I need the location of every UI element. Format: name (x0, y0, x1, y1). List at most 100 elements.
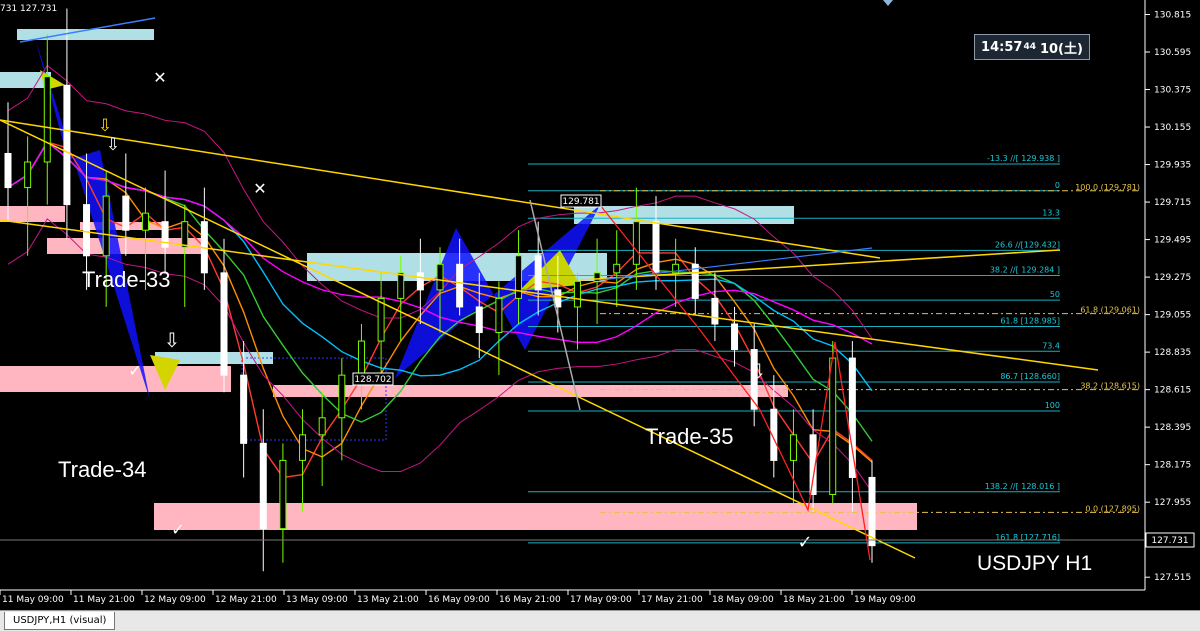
chart-tab-bar: USDJPY,H1 (visual) (0, 610, 1200, 631)
fib-level-label: 26.6 //[129.432] (995, 240, 1060, 249)
x-tick-label: 13 May 09:00 (286, 595, 348, 605)
candle-body (593, 272, 601, 282)
candle-body (240, 374, 248, 444)
x-tick-label: 18 May 09:00 (712, 595, 774, 605)
down-arrow-icon: ⇩ (164, 328, 181, 352)
y-tick-label: 130.595 (1154, 48, 1191, 58)
candle-body (63, 84, 71, 206)
candle-body (220, 272, 228, 376)
fib-retrace-label: 0.0 (127.895) (1085, 504, 1140, 513)
y-tick-label: 129.275 (1154, 273, 1191, 283)
candle-body (495, 297, 503, 334)
y-tick-label: 129.495 (1154, 236, 1191, 246)
x-tick-label: 17 May 21:00 (641, 595, 703, 605)
candle-body (829, 357, 837, 496)
candle-body (436, 263, 444, 291)
trade-label: Trade-33 (82, 267, 170, 292)
price-chart[interactable]: -13.3 //[ 129.938 ] 0 13.3 26.6 //[129.432]… (0, 0, 1200, 630)
zone-box (0, 366, 231, 392)
candle-body (24, 161, 32, 189)
fib-retrace-label: 100.0 (129.781) (1075, 183, 1140, 192)
fib-level-label: 100 (1045, 401, 1060, 410)
y-tick-label: 129.935 (1154, 161, 1191, 171)
candle-body (652, 221, 660, 274)
candle-body (122, 195, 130, 231)
y-tick-label: 128.395 (1154, 423, 1191, 433)
zone-box (47, 238, 202, 254)
x-tick-label: 16 May 21:00 (499, 595, 561, 605)
candle-body (554, 289, 562, 308)
candle-body (141, 212, 149, 231)
candle-body (397, 272, 405, 299)
check-icon: ✓ (128, 361, 141, 380)
y-tick-label: 130.375 (1154, 86, 1191, 96)
candle-body (475, 306, 483, 334)
down-arrow-icon: ⇩ (106, 135, 120, 155)
candle-body (259, 442, 267, 530)
fib-level-label: 50 (1050, 290, 1060, 299)
cross-marker: ✕ (253, 179, 266, 198)
candle-body (456, 263, 464, 308)
y-tick-label: 128.615 (1154, 386, 1191, 396)
y-tick-label: 128.175 (1154, 461, 1191, 471)
x-tick-label: 13 May 21:00 (357, 595, 419, 605)
x-tick-label: 18 May 21:00 (783, 595, 845, 605)
candle-body (868, 476, 876, 547)
zone-box (0, 206, 65, 222)
x-tick-label: 17 May 09:00 (570, 595, 632, 605)
candle-body (377, 297, 385, 342)
chart-shift-marker-icon[interactable] (883, 0, 893, 6)
candle-body (573, 280, 581, 308)
candle-body (299, 434, 307, 461)
fib-level-label: 61.8 [128.985] (1000, 317, 1060, 326)
candle-body (515, 255, 523, 299)
candle-body (43, 76, 51, 163)
clock-day: 10(土) (1039, 41, 1083, 57)
down-arrow-icon: ⇩ (98, 116, 112, 136)
fib-level-label: 0 (1055, 181, 1060, 190)
fib-level-label: 13.3 (1042, 208, 1060, 217)
price-box-label: 128.702 (354, 375, 391, 385)
clock-time: 14:57 (981, 39, 1023, 55)
header-price-text: 731 127.731 (0, 4, 57, 14)
candle-body (731, 323, 739, 351)
zone-box (154, 503, 917, 530)
fib-retrace-label: 61.8 (129.061) (1080, 306, 1140, 315)
y-tick-label: 130.815 (1154, 10, 1191, 20)
candle-body (416, 272, 424, 291)
x-tick-label: 11 May 21:00 (73, 595, 135, 605)
tab-usdjpy-h1[interactable]: USDJPY,H1 (visual) (4, 612, 116, 630)
candle-body (181, 221, 189, 248)
candle-body (632, 221, 640, 265)
check-icon: ✓ (171, 520, 184, 539)
fib-level-label: 38.2 //[ 129.284 ] (990, 266, 1060, 275)
fib-level-label: 86.7 [128.660] (1000, 372, 1060, 381)
trade-label: Trade-34 (58, 457, 146, 482)
clock-seconds: 44 (1023, 42, 1036, 52)
candle-body (711, 297, 719, 325)
y-tick-label: 130.155 (1154, 123, 1191, 133)
y-tick-label: 127.955 (1154, 498, 1191, 508)
down-arrow-icon: ⇩ (750, 359, 767, 383)
candle-body (102, 195, 110, 257)
trade-label: Trade-35 (645, 424, 733, 449)
cross-marker: ✕ (153, 68, 166, 87)
candle-body (279, 459, 287, 530)
candle-body (83, 204, 91, 257)
x-tick-label: 12 May 09:00 (144, 595, 206, 605)
candle-body (318, 417, 326, 436)
price-box-label: 129.781 (562, 197, 599, 207)
x-tick-label: 12 May 21:00 (215, 595, 277, 605)
x-tick-label: 11 May 09:00 (2, 595, 64, 605)
fib-level-label: 161.8 [127.716] (995, 533, 1060, 542)
server-clock: 14:57 44 10(土) (974, 34, 1090, 60)
candle-body (4, 152, 12, 189)
fib-retrace-label: 38.2 (128.615) (1080, 382, 1140, 391)
check-icon: ✓ (797, 532, 812, 553)
candle-body (534, 255, 542, 291)
current-price-text: 127.731 (1151, 536, 1188, 546)
fib-level-label: 138.2 //[ 128.016 ] (985, 482, 1060, 491)
y-tick-label: 128.835 (1154, 348, 1191, 358)
candle-body (338, 374, 346, 419)
fib-level-label: -13.3 //[ 129.938 ] (987, 154, 1060, 163)
